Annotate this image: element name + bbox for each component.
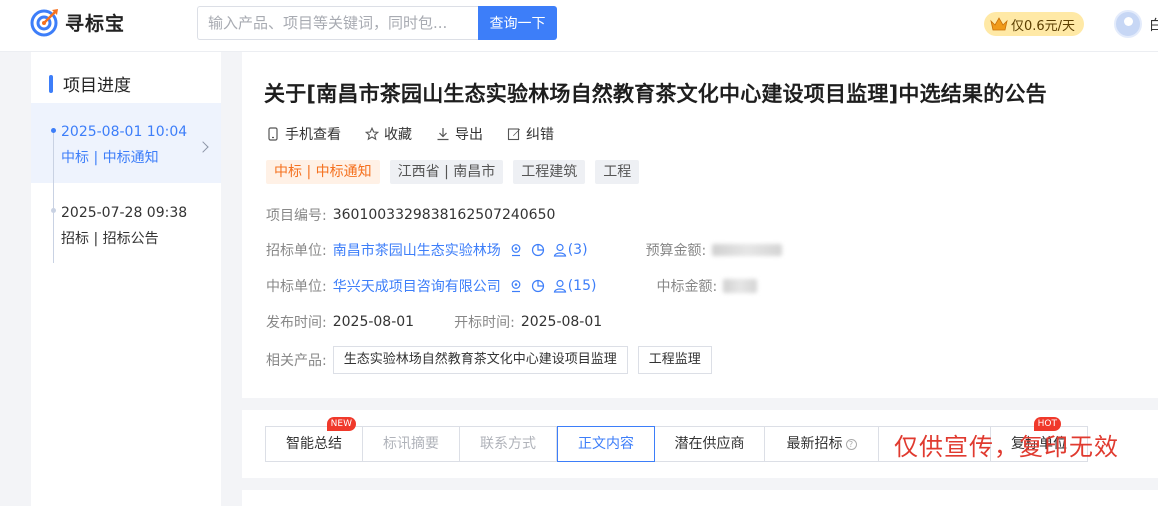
publish-time-label: 发布时间: [266, 315, 327, 331]
phone-icon [268, 127, 278, 141]
product-chip[interactable]: 工程监理 [637, 346, 712, 374]
win-amount-label: 中标金额: [656, 279, 718, 295]
watermark-text: 仅供宣传，复印无效 [894, 433, 1119, 461]
action-label: 手机查看 [285, 127, 341, 143]
project-number-row: 项目编号: 360100332983816250724065​0 [266, 205, 555, 225]
related-products-row: 相关产品: 生态实验林场自然教育茶文化中心建设项目监理 工程监理 [266, 346, 712, 374]
tab-label: 正文内容 [578, 436, 634, 452]
logo-text: 寻标宝 [65, 12, 126, 35]
search-bar: 查询一下 [197, 6, 557, 40]
pie-chart-icon[interactable] [531, 243, 545, 257]
tab-smart-summary[interactable]: 智能总结 NEW [266, 417, 363, 461]
progress-title: 项目进度 [49, 71, 131, 96]
project-number-label: 项目编号: [266, 208, 327, 224]
progress-step-tender[interactable]: 2025-07-28 09:38 招标 | 招标公告 [31, 183, 221, 263]
tag-list: 中标 | 中标通知 江西省 | 南昌市 工程建筑 工程 [266, 160, 649, 184]
tender-unit-link[interactable]: 南昌市茶园山生态实验林场 [333, 240, 501, 260]
action-bar: 手机查看 收藏 导出 纠错 [266, 124, 578, 144]
search-input[interactable] [197, 6, 478, 40]
location-icon[interactable] [509, 279, 523, 293]
edit-icon [507, 128, 520, 141]
notice-title: 关于[南昌市茶园山生态实验林场自然教育茶文化中心建设项目监理]中选结果的公告 [264, 82, 1047, 106]
tag-stage[interactable]: 中标 | 中标通知 [266, 160, 380, 184]
tab-potential-suppliers[interactable]: 潜在供应商 [655, 427, 765, 461]
tab-body-content[interactable]: 正文内容 [557, 426, 655, 462]
location-icon[interactable] [509, 243, 523, 257]
pie-chart-icon[interactable] [531, 279, 545, 293]
product-chip[interactable]: 生态实验林场自然教育茶文化中心建设项目监理 [332, 346, 628, 374]
site-logo[interactable]: 寻标宝 [30, 7, 125, 37]
tab-label: 潜在供应商 [674, 436, 745, 452]
user-avatar[interactable] [1114, 10, 1142, 38]
open-time-label: 开标时间: [454, 315, 515, 331]
budget-amount-blurred [712, 244, 783, 256]
help-icon: ? [845, 439, 857, 450]
tab-label: 联系方式 [480, 436, 536, 452]
project-progress-panel: 项目进度 2025-08-01 10:04 中标 | 中标通知 2025-07-… [31, 52, 221, 506]
tab-latest-tenders[interactable]: 最新招标? [765, 427, 879, 461]
step-date: 2025-08-01 10:04 [61, 124, 188, 140]
action-label: 纠错 [526, 127, 554, 143]
tab-bid-summary[interactable]: 标讯摘要 [363, 427, 460, 461]
step-type: 中标 | 中标通知 [61, 150, 159, 166]
dates-row: 发布时间: 2025-08-01 开标时间: 2025-08-01 [266, 312, 602, 332]
action-label: 收藏 [384, 127, 412, 143]
action-label: 导出 [455, 127, 483, 143]
timeline-line [53, 131, 54, 183]
export-button[interactable]: 导出 [436, 124, 483, 144]
tag-category[interactable]: 工程 [595, 160, 640, 184]
chevron-right-icon [197, 141, 209, 153]
tag-industry[interactable]: 工程建筑 [513, 160, 586, 184]
winner-row: 中标单位: 华兴天成项目咨询有限公司 (15) 中标金额: [266, 276, 758, 296]
contacts-icon[interactable] [553, 279, 567, 293]
star-icon [365, 127, 379, 141]
vip-price-label: 仅0.6元/天 [1011, 18, 1076, 34]
timeline-dot [51, 208, 56, 213]
tab-contacts[interactable]: 联系方式 [460, 427, 557, 461]
win-amount-blurred [723, 279, 758, 293]
download-icon [437, 128, 449, 141]
tab-label: 最新招标 [786, 436, 843, 452]
vip-badge[interactable]: 仅0.6元/天 [984, 12, 1085, 36]
progress-step-award[interactable]: 2025-08-01 10:04 中标 | 中标通知 [31, 103, 221, 183]
timeline-line [53, 183, 54, 263]
title-accent-bar [49, 74, 53, 93]
open-time-value: 2025-08-01 [520, 314, 603, 330]
budget-label: 预算金额: [645, 243, 707, 259]
notice-detail-card: 关于[南昌市茶园山生态实验林场自然教育茶文化中心建设项目监理]中选结果的公告 手… [242, 52, 1158, 398]
winner-link[interactable]: 华兴天成项目咨询有限公司 [333, 276, 501, 296]
report-error-button[interactable]: 纠错 [507, 124, 554, 144]
timeline-dot [51, 128, 56, 133]
top-navigation-bar: 寻标宝 查询一下 仅0.6元/天 白 [0, 0, 1158, 52]
favorite-button[interactable]: 收藏 [365, 124, 412, 144]
logo-target-icon [30, 9, 58, 37]
step-date: 2025-07-28 09:38 [61, 205, 188, 221]
tender-unit-label: 招标单位: [266, 243, 327, 259]
tender-contacts-count[interactable]: (3) [568, 242, 588, 258]
step-type: 招标 | 招标公告 [61, 231, 159, 247]
tag-region[interactable]: 江西省 | 南昌市 [389, 160, 504, 184]
user-name[interactable]: 白 [1149, 15, 1158, 35]
winner-contacts-count[interactable]: (15) [568, 278, 597, 294]
body-content-card [242, 490, 1158, 506]
search-button[interactable]: 查询一下 [478, 6, 557, 40]
tab-label: 标讯摘要 [383, 436, 439, 452]
mobile-view-button[interactable]: 手机查看 [266, 124, 341, 144]
tab-label: 智能总结 [286, 436, 342, 452]
winner-label: 中标单位: [266, 279, 327, 295]
crown-icon [990, 17, 1008, 31]
new-badge: NEW [326, 417, 356, 431]
related-products-label: 相关产品: [266, 353, 327, 369]
progress-title-text: 项目进度 [63, 76, 131, 96]
contacts-icon[interactable] [553, 243, 567, 257]
tender-unit-row: 招标单位: 南昌市茶园山生态实验林场 (3) 预算金额: [266, 240, 783, 260]
project-number-value: 360100332983816250724065​0 [332, 207, 556, 223]
publish-time-value: 2025-08-01 [332, 314, 415, 330]
